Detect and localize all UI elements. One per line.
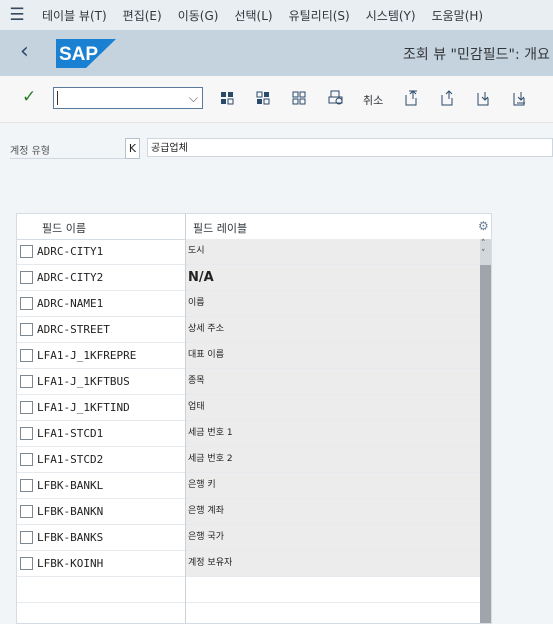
field-label-cell: 대표 이름 [186, 343, 480, 368]
cancel-button[interactable]: 취소 [363, 92, 383, 108]
table-row[interactable]: ADRC-NAME1 이름 [17, 291, 480, 317]
vertical-scrollbar[interactable]: ˄ ˅ [480, 239, 491, 623]
row-checkbox[interactable] [20, 323, 33, 336]
confirm-icon[interactable]: ✓ [22, 87, 36, 107]
table-row[interactable]: LFA1-J_1KFTIND 업태 [17, 395, 480, 421]
scroll-up-icon[interactable]: ˄ [481, 239, 486, 249]
account-type-label: 계정 유형 [10, 146, 50, 157]
first-page-icon[interactable] [403, 89, 421, 107]
menu-system[interactable]: 시스템(Y) [358, 7, 424, 24]
field-name-cell: LFBK-BANKS [37, 531, 104, 544]
row-checkbox[interactable] [20, 479, 33, 492]
field-name-cell: ADRC-NAME1 [37, 297, 104, 310]
title-bar: ‹ SAP 조회 뷰 "민감필드": 개요 [0, 30, 553, 76]
table-row[interactable]: LFA1-J_1KFREPRE 대표 이름 [17, 343, 480, 369]
row-checkbox[interactable] [20, 427, 33, 440]
table-row[interactable]: ADRC-CITY1 도시 [17, 239, 480, 265]
field-name-cell: ADRC-CITY2 [37, 271, 104, 284]
table-header: 필드 이름 필드 레이블 ⚙ [17, 214, 491, 240]
field-label-cell: 도시 [186, 239, 480, 264]
menu-utilities[interactable]: 유틸리티(S) [281, 7, 358, 24]
field-name-cell: LFBK-KOINH [37, 557, 104, 570]
row-checkbox[interactable] [20, 297, 33, 310]
svg-text:SAP: SAP [59, 44, 98, 65]
row-checkbox[interactable] [20, 531, 33, 544]
menu-bar: ☰ 테이블 뷰(T) 편집(E) 이동(G) 선택(L) 유틸리티(S) 시스템… [0, 0, 553, 30]
deselect-all-icon[interactable] [255, 89, 273, 107]
table-row[interactable]: LFA1-STCD2 세금 번호 2 [17, 447, 480, 473]
field-label-cell: N/A [186, 265, 480, 290]
empty-row [17, 577, 480, 603]
account-type-key[interactable]: K [125, 138, 140, 159]
menu-help[interactable]: 도움말(H) [424, 7, 492, 24]
previous-page-icon[interactable] [439, 89, 457, 107]
row-checkbox[interactable] [20, 245, 33, 258]
table-row[interactable]: LFA1-STCD1 세금 번호 1 [17, 421, 480, 447]
field-name-cell: LFA1-J_1KFTIND [37, 401, 130, 414]
toolbar: ✓ ⌵ 취소 [0, 76, 553, 123]
field-name-cell: LFBK-BANKL [37, 479, 104, 492]
row-checkbox[interactable] [20, 271, 33, 284]
sap-logo: SAP [56, 39, 116, 68]
scroll-down-icon[interactable]: ˅ [481, 249, 486, 259]
account-type-row: 계정 유형 K 공급업체 [0, 136, 553, 162]
menu-selection[interactable]: 선택(L) [226, 7, 280, 24]
field-label-cell: 은행 계좌 [186, 499, 480, 524]
field-name-cell: LFA1-J_1KFTBUS [37, 375, 130, 388]
scrollbar-thumb[interactable] [480, 265, 491, 623]
table-row[interactable]: LFBK-KOINH 계정 보유자 [17, 551, 480, 577]
table-row[interactable]: ADRC-CITY2 N/A [17, 265, 480, 291]
column-divider [185, 214, 186, 623]
field-name-cell: LFA1-J_1KFREPRE [37, 349, 137, 362]
field-name-cell: ADRC-CITY1 [37, 245, 104, 258]
table-row[interactable]: LFBK-BANKS 은행 국가 [17, 525, 480, 551]
row-checkbox[interactable] [20, 375, 33, 388]
table-row[interactable]: LFBK-BANKN 은행 계좌 [17, 499, 480, 525]
dropdown-icon[interactable]: ⌵ [189, 88, 198, 108]
field-name-cell: LFBK-BANKN [37, 505, 104, 518]
row-checkbox[interactable] [20, 401, 33, 414]
sensitive-fields-table: 필드 이름 필드 레이블 ⚙ ADRC-CITY1 도시 ADRC-CITY2 N/A… [16, 213, 492, 624]
page-title: 조회 뷰 "민감필드": 개요 [403, 47, 550, 63]
print-icon[interactable] [327, 89, 345, 107]
last-page-icon[interactable] [511, 89, 529, 107]
row-checkbox[interactable] [20, 557, 33, 570]
back-icon[interactable]: ‹ [20, 39, 29, 65]
field-label-cell: 은행 키 [186, 473, 480, 498]
select-all-icon[interactable] [219, 89, 237, 107]
menu-table-view[interactable]: 테이블 뷰(T) [34, 7, 115, 24]
field-label-cell: 상세 주소 [186, 317, 480, 342]
row-checkbox[interactable] [20, 505, 33, 518]
column-header-field-label[interactable]: 필드 레이블 [193, 220, 247, 236]
account-type-value: 공급업체 [147, 138, 553, 157]
field-name-cell: ADRC-STREET [37, 323, 110, 336]
next-page-icon[interactable] [475, 89, 493, 107]
table-row[interactable]: ADRC-STREET 상세 주소 [17, 317, 480, 343]
row-checkbox[interactable] [20, 349, 33, 362]
field-label-cell: 이름 [186, 291, 480, 316]
field-label-cell: 은행 국가 [186, 525, 480, 550]
menu-icon[interactable]: ☰ [0, 0, 34, 30]
field-label-cell: 종목 [186, 369, 480, 394]
text-cursor [57, 91, 58, 105]
settings-icon[interactable]: ⚙ [478, 219, 489, 233]
empty-row [17, 603, 480, 623]
row-checkbox[interactable] [20, 453, 33, 466]
table-row[interactable]: LFBK-BANKL 은행 키 [17, 473, 480, 499]
menu-goto[interactable]: 이동(G) [170, 7, 227, 24]
command-field[interactable]: ⌵ [53, 87, 203, 109]
field-name-cell: LFA1-STCD2 [37, 453, 104, 466]
field-label-cell: 계정 보유자 [186, 551, 480, 576]
field-name-cell: LFA1-STCD1 [37, 427, 104, 440]
field-label-cell: 업태 [186, 395, 480, 420]
select-block-icon[interactable] [291, 89, 309, 107]
field-label-cell: 세금 번호 1 [186, 421, 480, 446]
column-header-field-name[interactable]: 필드 이름 [42, 220, 86, 236]
field-label-cell: 세금 번호 2 [186, 447, 480, 472]
menu-edit[interactable]: 편집(E) [115, 7, 170, 24]
table-row[interactable]: LFA1-J_1KFTBUS 종목 [17, 369, 480, 395]
label-underline [10, 158, 125, 159]
